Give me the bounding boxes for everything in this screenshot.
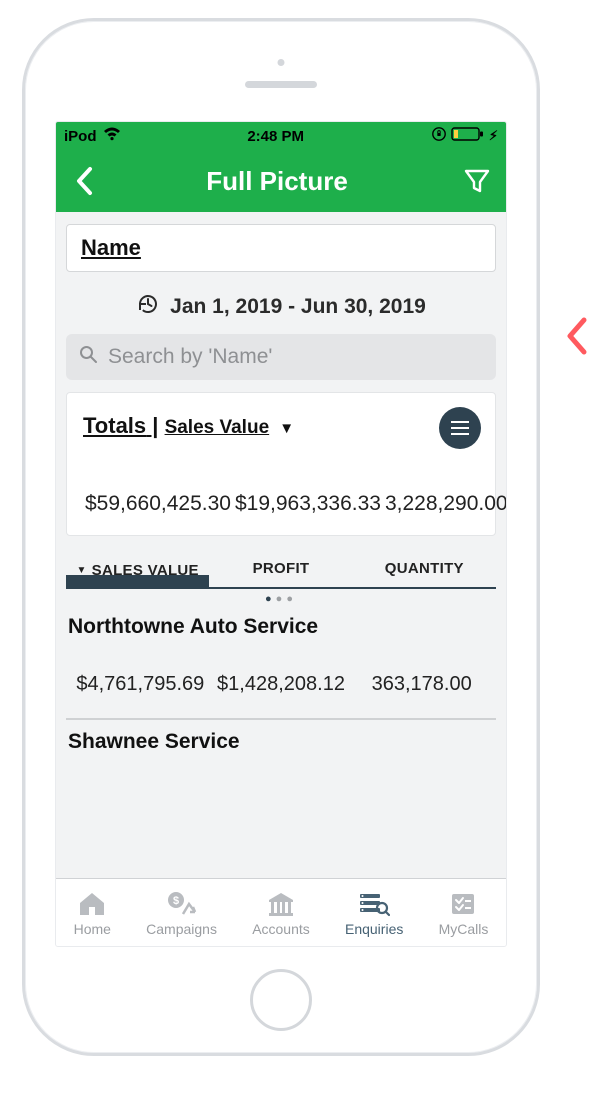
cell-quantity: 363,178.00 bbox=[351, 673, 492, 696]
search-input[interactable] bbox=[108, 345, 484, 369]
list-item-values-truncated bbox=[66, 760, 496, 805]
tab-mycalls[interactable]: MyCalls bbox=[439, 889, 489, 937]
nav-bar: Full Picture bbox=[56, 150, 506, 212]
dot: ● bbox=[276, 593, 287, 605]
speaker-bar bbox=[245, 81, 317, 88]
page-dots: ●●● bbox=[56, 593, 506, 605]
tab-profit[interactable]: PROFIT bbox=[209, 554, 352, 587]
totals-sort-label: Sales Value bbox=[165, 417, 270, 438]
svg-text:$: $ bbox=[173, 895, 179, 907]
tab-home-label: Home bbox=[74, 921, 111, 937]
list-item-values: $4,761,795.69 $1,428,208.12 363,178.00 bbox=[66, 645, 496, 719]
search-box[interactable] bbox=[66, 334, 496, 380]
phone-frame: iPod 2:48 PM ⚡︎ Full Picture bbox=[22, 18, 540, 1056]
totals-profit: $19,963,336.33 bbox=[233, 491, 383, 517]
page-title: Full Picture bbox=[94, 166, 460, 197]
totals-label: Totals bbox=[83, 413, 146, 438]
totals-card: Totals | Sales Value ▼ $59,660,425.30 $1… bbox=[66, 392, 496, 536]
totals-sort-selector[interactable]: Totals | Sales Value ▼ bbox=[83, 413, 479, 439]
filter-button[interactable] bbox=[460, 164, 494, 198]
group-by-selector[interactable]: Name bbox=[66, 224, 496, 272]
chevron-down-icon: ▼ bbox=[279, 420, 294, 437]
totals-quantity: 3,228,290.00 bbox=[383, 491, 506, 517]
tab-bar: Home $ Campaigns Accounts Enquiries bbox=[56, 878, 506, 946]
wifi-icon bbox=[103, 127, 121, 145]
dot: ● bbox=[286, 593, 297, 605]
campaigns-icon: $ bbox=[165, 889, 199, 919]
carousel-prev-icon[interactable] bbox=[562, 314, 590, 363]
tab-campaigns[interactable]: $ Campaigns bbox=[146, 889, 217, 937]
dot-active: ● bbox=[265, 593, 276, 605]
clock: 2:48 PM bbox=[247, 128, 304, 145]
results-list[interactable]: Northtowne Auto Service $4,761,795.69 $1… bbox=[66, 607, 496, 805]
tab-campaigns-label: Campaigns bbox=[146, 921, 217, 937]
status-bar: iPod 2:48 PM ⚡︎ bbox=[56, 122, 506, 150]
tab-mycalls-label: MyCalls bbox=[439, 921, 489, 937]
search-icon bbox=[78, 344, 98, 370]
tab-quantity[interactable]: QUANTITY bbox=[353, 554, 496, 587]
history-icon bbox=[136, 292, 160, 322]
screen: iPod 2:48 PM ⚡︎ Full Picture bbox=[55, 121, 507, 947]
date-range-selector[interactable]: Jan 1, 2019 - Jun 30, 2019 bbox=[56, 278, 506, 334]
column-tabs: ▼SALES VALUE PROFIT QUANTITY bbox=[66, 554, 496, 589]
card-menu-button[interactable] bbox=[439, 407, 481, 449]
battery-icon bbox=[451, 126, 485, 146]
tab-enquiries-label: Enquiries bbox=[345, 921, 403, 937]
cell-profit: $1,428,208.12 bbox=[211, 673, 352, 696]
group-by-label: Name bbox=[81, 235, 141, 260]
tab-home[interactable]: Home bbox=[74, 889, 111, 937]
accounts-icon bbox=[264, 889, 298, 919]
active-tab-indicator bbox=[66, 575, 209, 589]
content-area: Name Jan 1, 2019 - Jun 30, 2019 Totals |… bbox=[56, 212, 506, 878]
date-range-text: Jan 1, 2019 - Jun 30, 2019 bbox=[170, 295, 426, 319]
home-button[interactable] bbox=[250, 969, 312, 1031]
home-icon bbox=[75, 889, 109, 919]
charging-icon: ⚡︎ bbox=[489, 128, 498, 144]
list-item-name[interactable]: Northtowne Auto Service bbox=[66, 607, 496, 645]
cell-sales-value: $4,761,795.69 bbox=[70, 673, 211, 696]
enquiries-icon bbox=[357, 889, 391, 919]
tab-accounts-label: Accounts bbox=[252, 921, 310, 937]
totals-row: $59,660,425.30 $19,963,336.33 3,228,290.… bbox=[83, 491, 479, 517]
camera-dot bbox=[278, 59, 285, 66]
list-item-name[interactable]: Shawnee Service bbox=[66, 719, 496, 760]
totals-sales-value: $59,660,425.30 bbox=[83, 491, 233, 517]
tab-accounts[interactable]: Accounts bbox=[252, 889, 310, 937]
tab-enquiries[interactable]: Enquiries bbox=[345, 889, 403, 937]
mycalls-icon bbox=[446, 889, 480, 919]
device-label: iPod bbox=[64, 128, 97, 145]
lock-rotation-icon bbox=[431, 126, 447, 146]
